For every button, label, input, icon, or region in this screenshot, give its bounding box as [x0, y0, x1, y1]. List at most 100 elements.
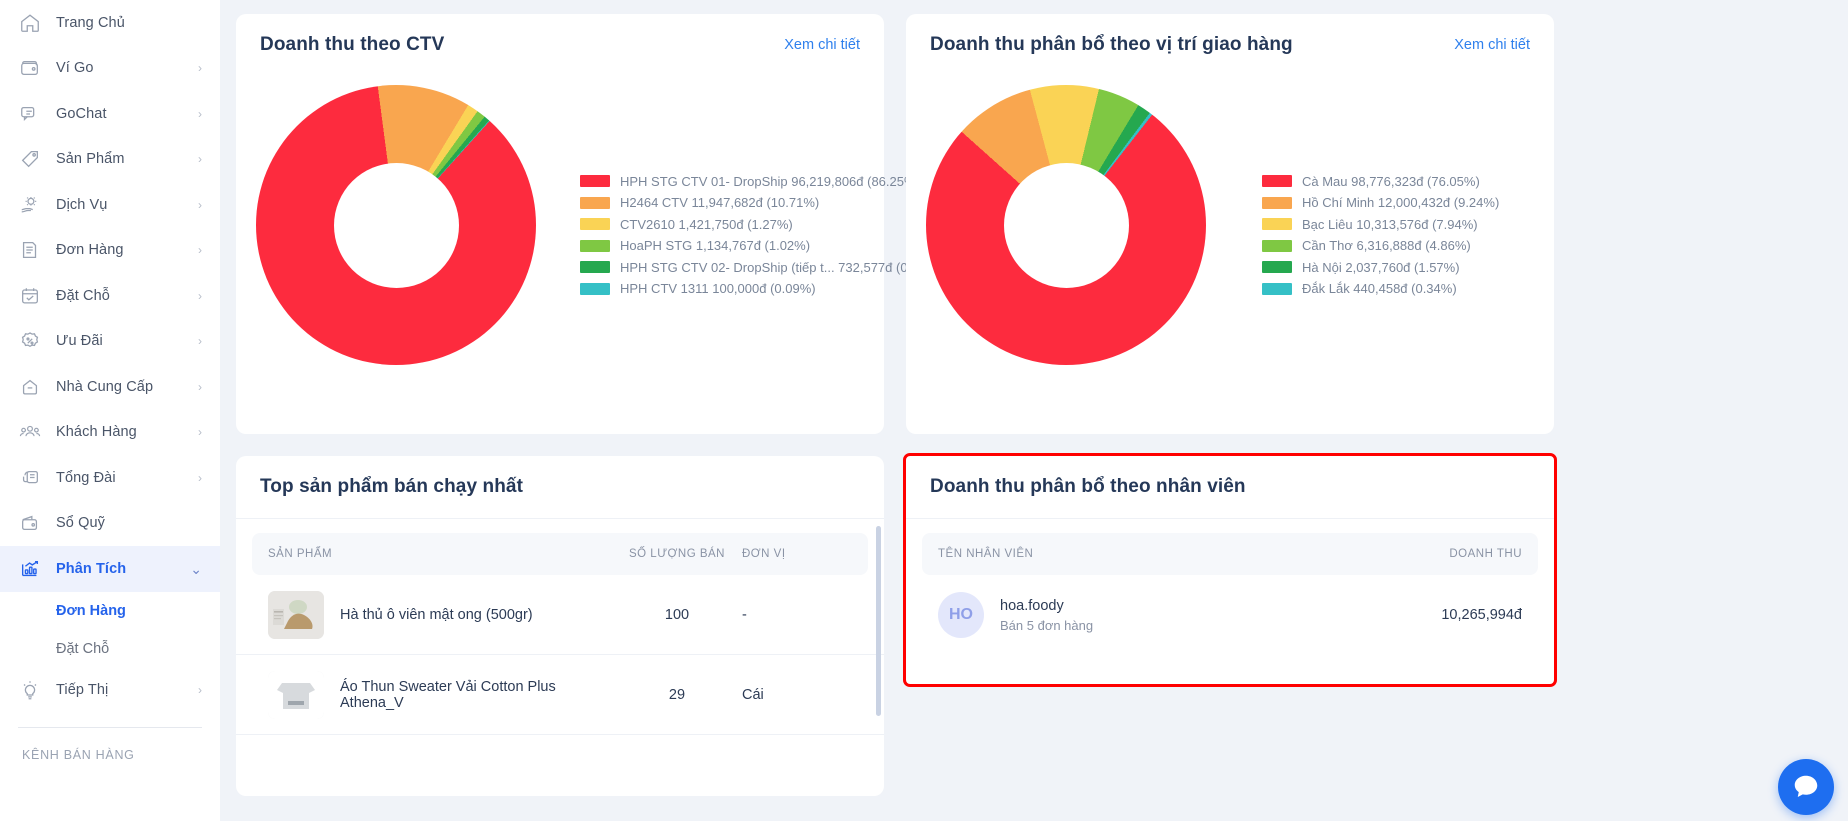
legend-label: HPH STG CTV 01- DropShip 96,219,806đ (86…	[620, 173, 920, 189]
sidebar-item-don-hang[interactable]: Đơn Hàng ›	[0, 228, 220, 274]
product-quantity: 100	[664, 606, 690, 623]
product-thumbnail	[268, 670, 324, 719]
legend-label: CTV2610 1,421,750đ (1.27%)	[620, 216, 793, 232]
donut-chart-ctv[interactable]	[256, 85, 566, 385]
sidebar-item-uu-dai[interactable]: Ưu Đãi ›	[0, 319, 220, 365]
legend-swatch	[580, 282, 610, 295]
legend-item[interactable]: CTV2610 1,421,750đ (1.27%)	[580, 214, 942, 235]
legend-swatch	[580, 218, 610, 230]
sidebar-item-dat-cho[interactable]: Đặt Chỗ ›	[0, 273, 220, 319]
product-name: Áo Thun Sweater Vải Cotton Plus Athena_V	[340, 678, 556, 711]
chevron-right-icon: ›	[198, 288, 202, 303]
sidebar-item-nha-cung-cap[interactable]: Nhà Cung Cấp ›	[0, 364, 220, 410]
donut-chart-location[interactable]	[926, 85, 1236, 385]
legend-label: H2464 CTV 11,947,682đ (10.71%)	[620, 195, 820, 210]
legend-label: Hồ Chí Minh 12,000,432đ (9.24%)	[1302, 195, 1500, 210]
page-title: Doanh thu theo CTV	[260, 34, 445, 55]
legend-swatch	[1262, 239, 1292, 252]
sidebar-item-trang-chu[interactable]: Trang Chủ	[0, 0, 220, 46]
card-revenue-by-ctv: Doanh thu theo CTV Xem chi tiết HPH STG …	[236, 14, 942, 434]
legend-item[interactable]: Bạc Liêu 10,313,576đ (7.94%)	[1262, 214, 1544, 235]
column-header-unit: ĐƠN VỊ	[742, 548, 786, 560]
sidebar-item-label: Ưu Đãi	[56, 333, 103, 350]
legend-item[interactable]: Hồ Chí Minh 12,000,432đ (9.24%)	[1262, 192, 1544, 213]
table-row[interactable]: Áo Thun Sweater Vải Cotton Plus Athena_V…	[236, 655, 884, 735]
sidebar-item-so-quy[interactable]: Sổ Quỹ	[0, 501, 220, 547]
card-header: Doanh thu phân bổ theo vị trí giao hàng …	[906, 14, 1554, 70]
tag-icon	[18, 147, 42, 171]
chevron-right-icon: ›	[198, 197, 202, 212]
legend-item[interactable]: H2464 CTV 11,947,682đ (10.71%)	[580, 192, 942, 213]
product-quantity: 29	[668, 686, 686, 703]
sidebar-item-label: Khách Hàng	[56, 424, 137, 441]
chart-body: Cà Mau 98,776,323đ (76.05%) Hồ Chí Minh …	[906, 70, 1554, 400]
product-unit: Cái	[742, 686, 764, 703]
chevron-right-icon: ›	[198, 106, 202, 121]
percent-badge-icon	[18, 329, 42, 353]
column-header-product: SẢN PHẨM	[268, 548, 333, 560]
sidebar-item-khach-hang[interactable]: Khách Hàng ›	[0, 410, 220, 456]
sidebar-item-label: Trang Chủ	[56, 14, 125, 31]
chevron-right-icon: ›	[198, 152, 202, 167]
home-icon	[18, 11, 42, 35]
donut-ring	[926, 85, 1206, 365]
sidebar-item-label: Tổng Đài	[56, 469, 116, 486]
service-icon	[18, 193, 42, 217]
chevron-right-icon: ›	[198, 61, 202, 76]
product-thumbnail	[268, 590, 324, 639]
sidebar-item-tong-dai[interactable]: Tổng Đài ›	[0, 455, 220, 501]
sidebar-section-title: KÊNH BÁN HÀNG	[22, 748, 135, 762]
legend-swatch	[1262, 261, 1292, 273]
employee-name: hoa.foody	[1000, 597, 1064, 614]
sidebar-item-label: Phân Tích	[56, 560, 127, 577]
sidebar-item-dich-vu[interactable]: Dịch Vụ ›	[0, 182, 220, 228]
column-header-employee-name: TÊN NHÂN VIÊN	[938, 548, 1034, 560]
legend-swatch	[1262, 218, 1292, 230]
sidebar-item-san-pham[interactable]: Sản Phẩm ›	[0, 137, 220, 183]
legend-swatch	[1262, 175, 1292, 187]
sidebar-item-label: Nhà Cung Cấp	[56, 378, 154, 395]
cashbook-icon	[18, 511, 42, 535]
legend-label: HPH STG CTV 02- DropShip (tiếp t... 732,…	[620, 259, 942, 275]
sidebar-item-label: GoChat	[56, 105, 107, 122]
sidebar-subitem-dat-cho[interactable]: Đặt Chỗ	[0, 630, 220, 668]
table-scrollbar[interactable]	[876, 526, 881, 716]
sidebar-item-label: Đặt Chỗ	[56, 287, 110, 304]
legend-item[interactable]: Hà Nội 2,037,760đ (1.57%)	[1262, 257, 1544, 278]
column-header-quantity: SỐ LƯỢNG BÁN	[629, 548, 725, 560]
section-title: Top sản phẩm bán chạy nhất	[260, 476, 524, 497]
sidebar-item-vi-go[interactable]: Ví Go ›	[0, 46, 220, 92]
sidebar-item-gochat[interactable]: GoChat ›	[0, 91, 220, 137]
sidebar-item-label: Đơn Hàng	[56, 242, 124, 259]
legend-item[interactable]: Cà Mau 98,776,323đ (76.05%)	[1262, 171, 1544, 192]
chat-icon	[18, 102, 42, 126]
legend-item[interactable]: HPH STG CTV 02- DropShip (tiếp t... 732,…	[580, 257, 942, 278]
chevron-right-icon: ›	[198, 379, 202, 394]
legend-item[interactable]: HPH CTV 1311 100,000đ (0.09%)	[580, 278, 942, 299]
sidebar-subitem-don-hang[interactable]: Đơn Hàng	[0, 592, 220, 630]
donut-ring	[256, 85, 536, 365]
view-detail-link-ctv[interactable]: Xem chi tiết	[784, 37, 860, 53]
card-top-products: Top sản phẩm bán chạy nhất SẢN PHẨM SỐ L…	[236, 456, 884, 796]
table-row[interactable]: Hà thủ ô viên mật ong (500gr) 100 -	[236, 575, 884, 655]
legend-label: Cà Mau 98,776,323đ (76.05%)	[1302, 173, 1480, 189]
legend-item[interactable]: HoaPH STG 1,134,767đ (1.02%)	[580, 235, 942, 256]
sidebar-item-label: Sổ Quỹ	[56, 515, 105, 532]
sidebar-subitem-label: Đặt Chỗ	[56, 640, 110, 657]
legend-item[interactable]: HPH STG CTV 01- DropShip 96,219,806đ (86…	[580, 171, 942, 192]
main-content: Doanh thu theo CTV Xem chi tiết HPH STG …	[220, 0, 1848, 821]
analytics-icon	[18, 557, 42, 581]
sidebar-item-phan-tich[interactable]: Phân Tích ⌄	[0, 546, 220, 592]
document-icon	[18, 238, 42, 262]
section-title: Doanh thu phân bổ theo nhân viên	[930, 476, 1246, 497]
chat-fab-button[interactable]	[1778, 759, 1834, 815]
sidebar-item-label: Dịch Vụ	[56, 196, 108, 213]
legend-item[interactable]: Cần Thơ 6,316,888đ (4.86%)	[1262, 235, 1544, 256]
sidebar-item-tiep-thi[interactable]: Tiếp Thị ›	[0, 668, 220, 714]
sidebar-subitem-label: Đơn Hàng	[56, 602, 126, 619]
table-row[interactable]: HO hoa.foody Bán 5 đơn hàng 10,265,994đ	[906, 575, 1554, 655]
charts-row: Doanh thu theo CTV Xem chi tiết HPH STG …	[236, 14, 1832, 434]
view-detail-link-location[interactable]: Xem chi tiết	[1454, 37, 1530, 53]
headset-icon	[18, 466, 42, 490]
legend-item[interactable]: Đắk Lắk 440,458đ (0.34%)	[1262, 278, 1544, 299]
